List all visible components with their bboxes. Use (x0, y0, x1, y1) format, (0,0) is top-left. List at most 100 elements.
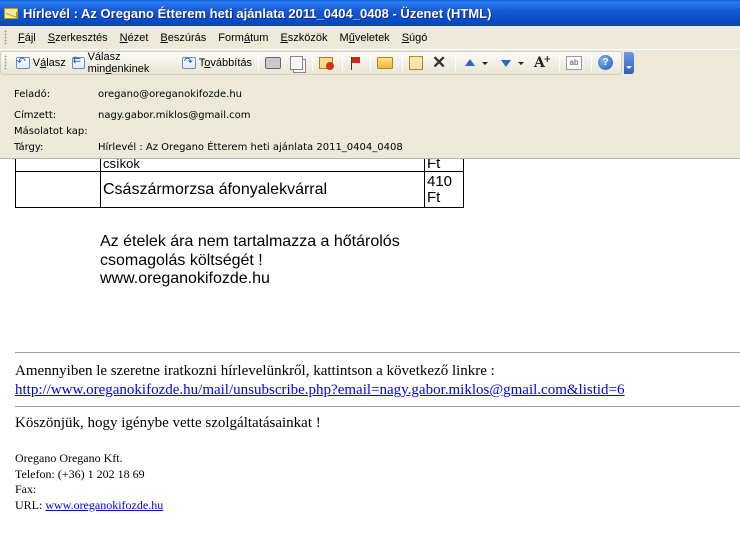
note-website: www.oreganokifozde.hu (100, 270, 270, 287)
chevron-down-icon (517, 55, 525, 71)
title-bar: Hírlevél : Az Oregano Étterem heti ajánl… (0, 0, 740, 26)
note-line: Az ételek ára nem tartalmazza a hőtároló… (100, 233, 400, 250)
table-cell (15, 159, 101, 172)
toolbar-grip (4, 55, 7, 70)
menu-edit[interactable]: Szerkesztés (43, 30, 113, 46)
toolbar-separator (559, 54, 560, 71)
menu-file[interactable]: Fájl (13, 30, 41, 46)
from-value[interactable]: oregano@oreganokifozde.hu (98, 89, 242, 103)
standard-toolbar: Válasz Válasz mindenkinek Továbbítás ✕ A… (0, 50, 622, 75)
unsubscribe-link[interactable]: http://www.oreganokifozde.hu/mail/unsubs… (15, 382, 625, 398)
url-label: URL: (15, 497, 43, 512)
print-button[interactable] (262, 53, 287, 73)
price-unit: Ft (427, 188, 441, 206)
toolbar-separator (370, 54, 371, 71)
reply-label: Válasz (32, 56, 66, 69)
unsubscribe-section: Amennyiben le szeretne iratkozni hírleve… (15, 362, 740, 400)
toolbar-separator (342, 54, 343, 71)
move-icon (409, 55, 423, 70)
previous-button[interactable] (459, 53, 495, 73)
help-button[interactable]: ? (595, 53, 619, 73)
toolbar-separator (312, 54, 313, 71)
folder-icon (377, 56, 393, 69)
move-button[interactable] (406, 53, 429, 73)
reply-button[interactable]: Válasz (13, 53, 69, 73)
junk-button[interactable] (316, 53, 339, 73)
message-header: Feladó: oregano@oreganokifozde.hu Címzet… (0, 75, 740, 159)
toolbar-separator (258, 54, 259, 71)
toolbar: Válasz Válasz mindenkinek Továbbítás ✕ A… (0, 49, 740, 75)
toolbar-separator (402, 54, 403, 71)
subject-value: Hírlevél : Az Oregano Étterem heti ajánl… (98, 142, 403, 153)
chevron-down-icon (481, 55, 489, 71)
reply-all-label: Válasz mindenkinek (87, 50, 150, 75)
menu-view[interactable]: Nézet (115, 30, 154, 46)
font-size-button[interactable]: A (531, 52, 556, 73)
thanks-text: Köszönjük, hogy igénybe vette szolgáltat… (15, 415, 321, 431)
copy-icon (290, 55, 303, 70)
delete-button[interactable]: ✕ (429, 53, 452, 73)
table-row: csíkok Ft (15, 159, 464, 172)
window-title: Hírlevél : Az Oregano Étterem heti ajánl… (23, 5, 492, 21)
previous-icon (462, 55, 478, 71)
company-url: URL: www.oreganokifozde.hu (15, 498, 163, 514)
font-size-icon: A (534, 52, 551, 71)
reply-icon (15, 55, 30, 69)
menu-tools[interactable]: Eszközök (275, 30, 332, 46)
from-label: Feladó: (14, 89, 51, 100)
note-line: csomagolás költségét ! (100, 251, 263, 269)
menu-grip (4, 30, 7, 45)
to-label: Címzett: (14, 110, 57, 121)
next-icon (498, 55, 514, 71)
company-footer: Oregano Oregano Kft. Telefon: (+36) 1 20… (15, 451, 163, 513)
toolbar-separator (455, 54, 456, 71)
copy-button[interactable] (287, 53, 309, 73)
packaging-note: Az ételek ára nem tartalmazza a hőtároló… (100, 233, 420, 289)
menu-actions[interactable]: Műveletek (335, 30, 395, 46)
junk-icon (319, 56, 334, 70)
forward-button[interactable]: Továbbítás (179, 53, 255, 73)
price-number: 410 (427, 172, 453, 190)
divider (15, 406, 740, 407)
menu-bar: Fájl Szerkesztés Nézet Beszúrás Formátum… (0, 26, 740, 49)
company-phone: Telefon: (+36) 1 202 18 69 (15, 466, 145, 481)
address-book-icon: ab (566, 55, 582, 70)
help-icon: ? (598, 55, 613, 70)
folder-button[interactable] (374, 53, 399, 73)
flag-icon (349, 56, 361, 70)
menu-table: csíkok Ft Császármorzsa áfonyalekvárral … (15, 159, 464, 208)
toolbar-options-chevron[interactable] (624, 51, 634, 74)
flag-button[interactable] (346, 53, 367, 73)
table-cell (15, 171, 101, 208)
dish-price: 410 Ft (424, 171, 464, 208)
from-row: Feladó: oregano@oreganokifozde.hu (14, 89, 242, 103)
table-row: Császármorzsa áfonyalekvárral 410 Ft (15, 171, 464, 208)
divider (15, 352, 740, 353)
cc-row: Másolatot kap: (14, 126, 98, 140)
envelope-icon (4, 7, 18, 19)
forward-label: Továbbítás (198, 56, 252, 69)
print-icon (265, 56, 281, 69)
to-value[interactable]: nagy.gabor.miklos@gmail.com (98, 110, 251, 124)
message-body[interactable]: csíkok Ft Császármorzsa áfonyalekvárral … (0, 159, 740, 537)
cc-label: Másolatot kap: (14, 126, 88, 137)
reply-all-button[interactable]: Válasz mindenkinek (69, 50, 179, 75)
dish-price: Ft (424, 159, 464, 172)
unsubscribe-text: Amennyiben le szeretne iratkozni hírleve… (15, 363, 495, 379)
delete-icon: ✕ (432, 52, 447, 72)
forward-icon (181, 55, 196, 69)
to-row: Címzett: nagy.gabor.miklos@gmail.com (14, 110, 251, 124)
reply-all-icon (71, 55, 85, 69)
subject-row: Tárgy: Hírlevél : Az Oregano Étterem het… (14, 142, 403, 156)
menu-insert[interactable]: Beszúrás (155, 30, 211, 46)
subject-label: Tárgy: (14, 142, 44, 153)
menu-format[interactable]: Formátum (213, 30, 273, 46)
company-name: Oregano Oregano Kft. (15, 451, 123, 465)
dish-name: Császármorzsa áfonyalekvárral (100, 171, 425, 208)
menu-help[interactable]: Súgó (397, 30, 433, 46)
address-book-button[interactable]: ab (563, 53, 588, 73)
dish-name: csíkok (100, 159, 425, 172)
next-button[interactable] (495, 53, 531, 73)
toolbar-separator (591, 54, 592, 71)
company-url-link[interactable]: www.oreganokifozde.hu (45, 498, 163, 512)
